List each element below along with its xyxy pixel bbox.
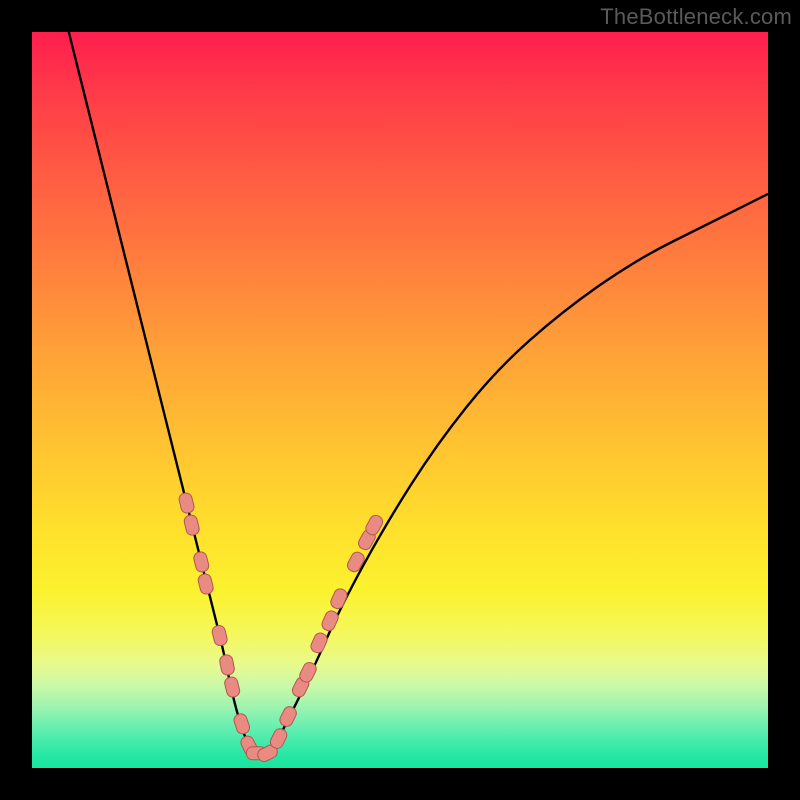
data-marker <box>329 587 349 611</box>
data-marker <box>219 654 236 676</box>
chart-frame: TheBottleneck.com <box>0 0 800 800</box>
data-marker <box>211 624 228 647</box>
chart-overlay <box>32 32 768 768</box>
data-marker <box>183 514 200 537</box>
data-marker <box>178 492 195 515</box>
attribution-watermark: TheBottleneck.com <box>600 4 792 30</box>
marker-group <box>178 492 385 764</box>
data-marker <box>309 631 329 655</box>
plot-area <box>32 32 768 768</box>
data-marker <box>278 705 299 729</box>
data-marker <box>197 573 214 596</box>
bottleneck-curve <box>69 32 768 753</box>
data-marker <box>193 551 210 574</box>
data-marker <box>232 712 251 735</box>
data-marker <box>223 676 240 699</box>
data-marker <box>345 550 366 574</box>
data-marker <box>320 609 340 633</box>
